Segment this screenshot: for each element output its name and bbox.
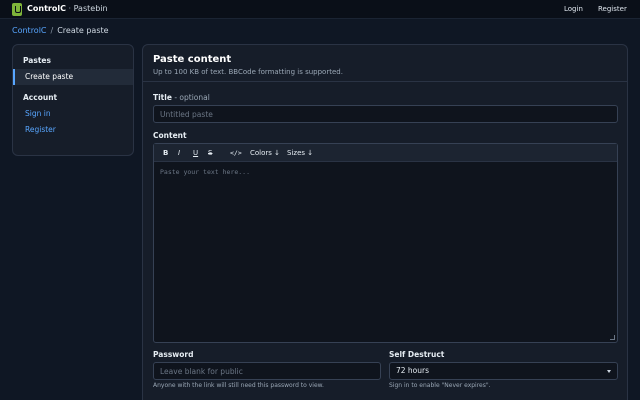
sidebar-item-register[interactable]: Register [13, 122, 133, 138]
bold-button[interactable]: B [163, 147, 168, 159]
panel-description: Up to 100 KB of text. BBCode formatting … [153, 68, 343, 76]
register-link[interactable]: Register [598, 5, 627, 13]
title-optional-text: - optional [171, 93, 210, 102]
content-textarea[interactable] [154, 162, 617, 342]
breadcrumb: ControlC / Create paste [12, 26, 109, 35]
breadcrumb-current: Create paste [57, 26, 109, 35]
editor-toolbar: B I U S </> Colors ↓ Sizes ↓ [154, 144, 617, 162]
chevron-down-icon [607, 370, 611, 373]
login-link[interactable]: Login [564, 5, 583, 13]
sidebar: Pastes Create paste Account Sign in Regi… [12, 44, 134, 156]
sidebar-item-create-paste[interactable]: Create paste [13, 69, 133, 85]
brand-separator: · [68, 4, 72, 13]
self-destruct-hint: Sign in to enable "Never expires". [389, 382, 491, 389]
brand[interactable]: ControlC · Pastebin [27, 4, 108, 13]
code-button[interactable]: </> [230, 147, 242, 159]
panel-header: Paste content Up to 100 KB of text. BBCo… [143, 45, 627, 82]
paste-form-panel: Paste content Up to 100 KB of text. BBCo… [142, 44, 628, 400]
resize-grip-icon[interactable] [610, 335, 615, 340]
italic-button[interactable]: I [178, 147, 180, 159]
clipboard-icon[interactable] [12, 3, 22, 16]
password-hint: Anyone with the link will still need thi… [153, 382, 324, 389]
title-label: Title - optional [153, 93, 210, 102]
sidebar-heading-account: Account [23, 93, 58, 102]
colors-dropdown[interactable]: Colors ↓ [250, 147, 280, 159]
sizes-dropdown[interactable]: Sizes ↓ [287, 147, 313, 159]
breadcrumb-separator: / [50, 26, 54, 35]
password-label: Password [153, 350, 194, 359]
brand-name: ControlC [27, 4, 66, 13]
content-editor: B I U S </> Colors ↓ Sizes ↓ [153, 143, 618, 343]
self-destruct-select[interactable]: 72 hours [389, 362, 618, 380]
breadcrumb-home-link[interactable]: ControlC [12, 26, 47, 35]
sidebar-item-sign-in[interactable]: Sign in [13, 106, 133, 122]
title-label-text: Title [153, 93, 172, 102]
password-input[interactable] [153, 362, 381, 380]
top-navbar: ControlC · Pastebin Login Register [0, 0, 640, 19]
content-label: Content [153, 131, 187, 140]
self-destruct-label: Self Destruct [389, 350, 445, 359]
strikethrough-button[interactable]: S [208, 147, 212, 159]
title-input[interactable] [153, 105, 618, 123]
self-destruct-value: 72 hours [396, 366, 430, 375]
brand-subtitle: Pastebin [73, 4, 108, 13]
underline-button[interactable]: U [193, 147, 198, 159]
sidebar-heading-pastes: Pastes [23, 56, 51, 65]
panel-title: Paste content [153, 54, 232, 65]
